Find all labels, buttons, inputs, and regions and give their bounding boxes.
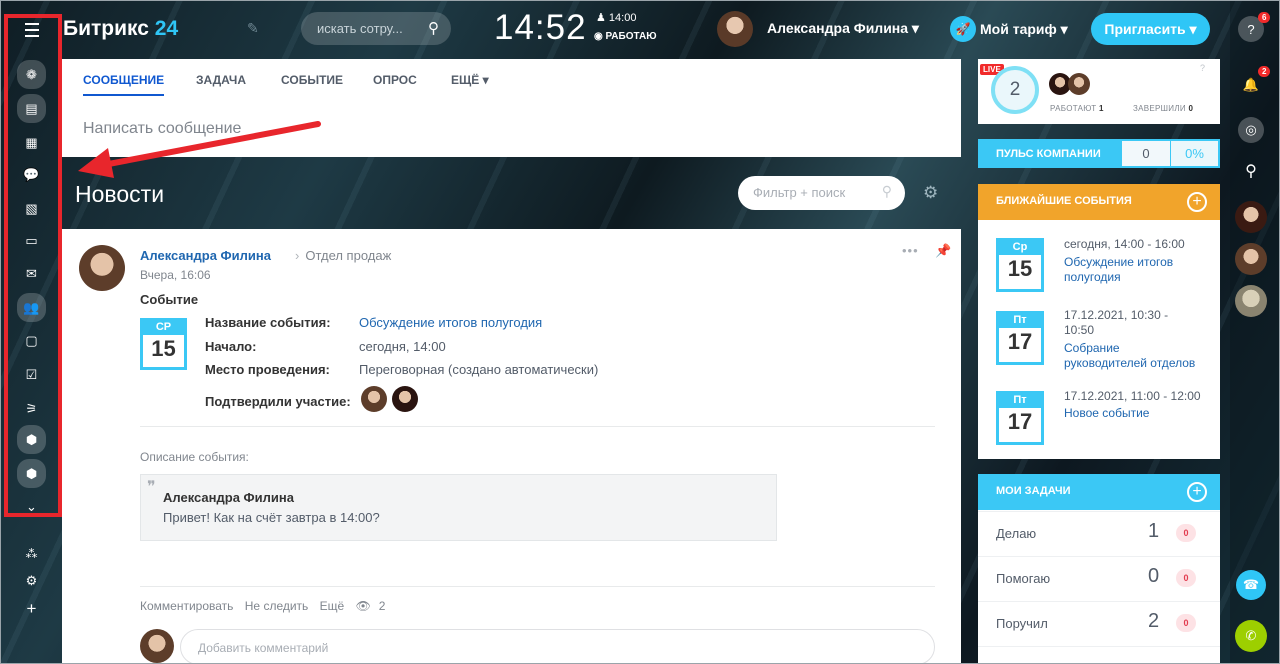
quote-icon: ❞ (147, 479, 156, 496)
event-time: 17.12.2021, 11:00 - 12:00 (1064, 389, 1201, 403)
task-row-helping[interactable]: Помогаю 0 0 (978, 556, 1220, 600)
search-input[interactable]: искать сотру... ⚲ (301, 12, 451, 45)
more-link[interactable]: Ещё (320, 599, 345, 613)
highlight-box (4, 14, 62, 517)
quote-text: Привет! Как на счёт завтра в 14:00? (163, 510, 380, 525)
call-list-icon[interactable]: ☎ (1236, 570, 1266, 600)
tab-more[interactable]: ЕЩЁ ▾ (451, 73, 489, 87)
tab-poll[interactable]: ОПРОС (373, 73, 417, 87)
event-title[interactable]: Обсуждение итогов полугодия (1064, 255, 1173, 285)
events-header: БЛИЖАЙШИЕ СОБЫТИЯ + (978, 184, 1220, 220)
help-small-icon[interactable]: ? (1200, 63, 1205, 73)
eye-icon: 👁 (355, 599, 371, 613)
user-avatar[interactable] (717, 11, 753, 47)
event-title[interactable]: Собрание руководителей отделов (1064, 341, 1195, 371)
description-label: Описание события: (140, 450, 249, 464)
calendar-icon: СР 15 (140, 318, 187, 370)
event-name-label: Название события: (205, 315, 331, 330)
post-department: › Отдел продаж (295, 248, 392, 263)
contact-avatar[interactable] (1235, 243, 1267, 275)
pulse-count[interactable]: 2 (991, 66, 1039, 114)
pin-icon[interactable]: 📌 (935, 243, 951, 259)
quote-author: Александра Филина (163, 490, 294, 505)
tasks-header: МОИ ЗАДАЧИ + (978, 474, 1220, 510)
comment-link[interactable]: Комментировать (140, 599, 233, 613)
views-count: 👁 2 (355, 599, 386, 613)
event-start-label: Начало: (205, 339, 257, 354)
task-row-assigned[interactable]: Поручил 2 0 (978, 601, 1220, 645)
search-right-icon[interactable]: ⚲ (1238, 158, 1264, 184)
divider (140, 426, 935, 427)
unfollow-link[interactable]: Не следить (245, 599, 309, 613)
tab-task[interactable]: ЗАДАЧА (196, 73, 246, 87)
settings-icon[interactable]: ⚙ (19, 568, 44, 593)
contact-avatar[interactable] (1235, 285, 1267, 317)
comment-input[interactable]: Добавить комментарий (180, 629, 935, 664)
tab-message[interactable]: СООБЩЕНИЕ (83, 73, 165, 96)
post-author[interactable]: Александра Филина (140, 248, 271, 263)
task-row-doing[interactable]: Делаю 1 0 (978, 511, 1220, 555)
logo[interactable]: Битрикс 24 (63, 17, 178, 41)
more-options-icon[interactable]: ••• (902, 243, 919, 258)
upcoming-events-widget: БЛИЖАЙШИЕ СОБЫТИЯ + Ср 15 сегодня, 14:00 … (978, 184, 1220, 459)
working-stat: РАБОТАЮТ 1 (1050, 104, 1104, 113)
filter-search-input[interactable]: Фильтр + поиск ⚲ (738, 176, 905, 210)
work-status[interactable]: ◉ РАБОТАЮ (594, 31, 657, 42)
add-task-icon[interactable]: + (1187, 482, 1207, 502)
edit-icon[interactable]: ✎ (247, 20, 259, 37)
event-start-value: сегодня, 14:00 (359, 339, 446, 354)
search-icon: ⚲ (881, 183, 892, 199)
add-menu-item-icon[interactable]: + (19, 596, 44, 621)
event-place-label: Место проведения: (205, 362, 330, 377)
alarm-time: ♟ 14:00 (596, 12, 637, 24)
invite-button[interactable]: Пригласить ▾ (1091, 13, 1210, 45)
working-avatar[interactable] (1068, 73, 1090, 95)
commenter-avatar (140, 629, 174, 663)
quote-block: ❞ Александра Филина Привет! Как на счёт … (140, 474, 777, 541)
annotation-arrow (78, 121, 321, 178)
right-toolbar (1230, 0, 1280, 664)
event-calendar-icon: Ср 15 (996, 238, 1044, 292)
event-time: сегодня, 14:00 - 16:00 (1064, 237, 1185, 251)
messenger-icon[interactable]: ◎ (1238, 117, 1264, 143)
feed-post: Александра Филина › Отдел продаж Вчера, 1… (62, 229, 961, 664)
event-title[interactable]: Новое событие (1064, 406, 1149, 421)
phone-icon[interactable]: ✆ (1235, 620, 1267, 652)
tab-event[interactable]: СОБЫТИЕ (281, 73, 343, 87)
my-tasks-widget: МОИ ЗАДАЧИ + Делаю 1 0 Помогаю 0 0 Поручил 2 0 (978, 474, 1220, 664)
confirmed-label: Подтвердили участие: (205, 394, 351, 409)
post-time[interactable]: Вчера, 16:06 (140, 268, 211, 282)
pulse-widget: LIVE 2 РАБОТАЮТ 1 ЗАВЕРШИЛИ 0 ? (978, 59, 1220, 124)
clock: 14:52 (494, 8, 587, 47)
gear-icon[interactable]: ⚙ (923, 183, 938, 203)
user-name[interactable]: Александра Филина ▾ (767, 20, 919, 37)
post-type: Событие (140, 292, 199, 307)
structure-icon[interactable]: ⁂ (19, 541, 44, 566)
event-place-value: Переговорная (создано автоматически) (359, 362, 599, 377)
author-avatar[interactable] (79, 245, 125, 291)
search-icon: ⚲ (428, 20, 439, 37)
task-row-more[interactable] (978, 646, 1220, 664)
attendee-avatar[interactable] (392, 386, 418, 412)
tariff-button[interactable]: 🚀 Мой тариф ▾ (950, 15, 1070, 43)
event-time: 17.12.2021, 10:30 -10:50 (1064, 308, 1169, 337)
attendee-avatar[interactable] (361, 386, 387, 412)
divider (140, 586, 935, 587)
company-pulse-bar[interactable]: ПУЛЬС КОМПАНИИ 0 0% (978, 139, 1220, 168)
event-calendar-icon: Пт 17 (996, 391, 1044, 445)
add-event-icon[interactable]: + (1187, 192, 1207, 212)
contact-avatar[interactable] (1235, 201, 1267, 233)
rocket-icon: 🚀 (950, 16, 976, 42)
post-actions: Комментировать Не следить Ещё 👁 2 (140, 599, 401, 613)
event-calendar-icon: Пт 17 (996, 311, 1044, 365)
event-name-value[interactable]: Обсуждение итогов полугодия (359, 315, 542, 330)
finished-stat: ЗАВЕРШИЛИ 0 (1133, 104, 1194, 113)
